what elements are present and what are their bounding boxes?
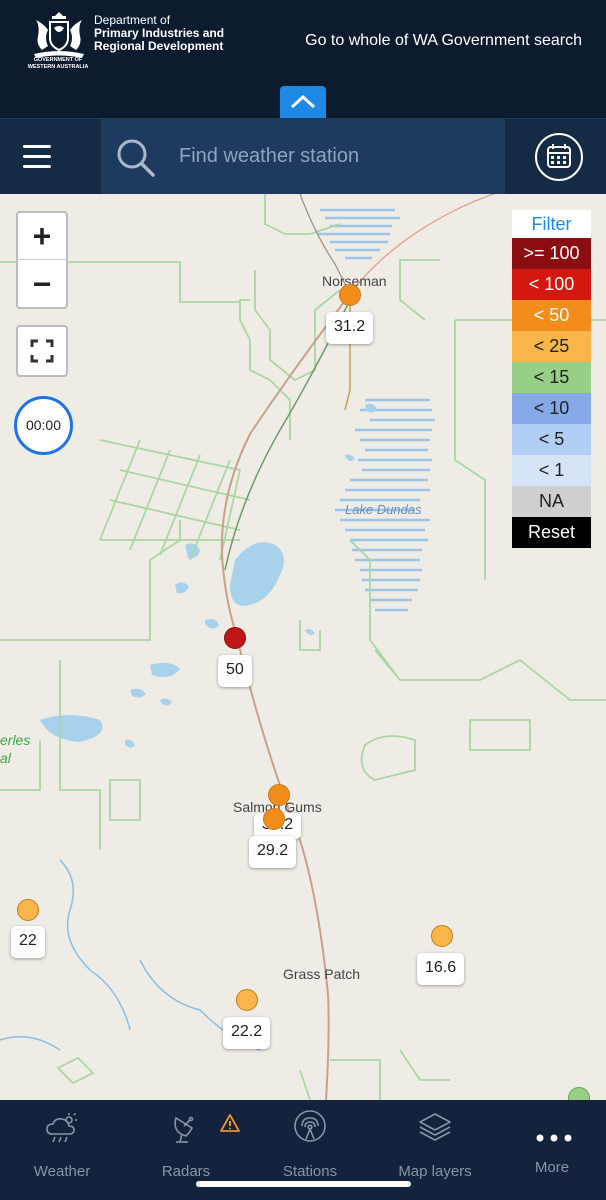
nav-more[interactable]: More [512,1100,592,1200]
place-label-lake-dundas: Lake Dundas [345,502,422,517]
menu-button[interactable] [20,141,56,171]
chevron-up-icon [290,94,316,109]
station-marker[interactable] [17,899,39,921]
station-value-label[interactable]: 31.2 [326,312,374,344]
nav-more-label: More [534,1159,570,1176]
home-indicator [196,1181,411,1187]
nav-radars-label: Radars [161,1163,211,1180]
place-label-reserve-2: al [0,750,11,766]
search-placeholder: Find weather station [179,145,360,167]
wa-government-search-link[interactable]: Go to whole of WA Government search [305,32,582,50]
warning-icon [220,1114,240,1132]
station-marker[interactable] [268,784,290,806]
department-name[interactable]: Department of Primary Industries and Reg… [94,14,224,53]
collapse-header-button[interactable] [280,86,326,118]
nav-map-layers-label: Map layers [398,1163,472,1180]
filter-item-lt-50[interactable]: < 50 [512,300,591,331]
filter-item-lt-10[interactable]: < 10 [512,393,591,424]
zoom-out-button[interactable]: − [18,261,66,308]
rainfall-filter-legend: Filter >= 100 < 100 < 50 < 25 < 15 < 10 … [512,210,591,548]
radar-dish-icon [174,1116,194,1143]
station-search-input[interactable]: Find weather station [101,119,505,195]
station-marker[interactable] [224,627,246,649]
station-value-label[interactable]: 29.2 [249,836,297,868]
place-label-reserve-1: erles [0,732,31,748]
filter-item-lt-5[interactable]: < 5 [512,424,591,455]
hamburger-menu-icon [23,145,51,148]
timer-button[interactable]: 00:00 [14,396,73,455]
filter-item-lt-25[interactable]: < 25 [512,331,591,362]
filter-item-lt-1[interactable]: < 1 [512,455,591,486]
station-value-label[interactable]: 22 [11,926,45,958]
zoom-in-button[interactable]: + [18,213,66,260]
station-marker[interactable] [263,808,285,830]
filter-title[interactable]: Filter [512,210,591,238]
salt-lake-hatching [318,208,435,612]
station-value-label[interactable]: 50 [218,655,252,687]
station-marker[interactable] [339,284,361,306]
search-icon [117,139,155,177]
zoom-control: + − [16,211,68,309]
filter-item-lt-100[interactable]: < 100 [512,269,591,300]
nav-weather-label: Weather [33,1163,91,1180]
lakes [40,403,377,748]
app-toolbar: Find weather station [0,118,606,195]
filter-item-ge-100[interactable]: >= 100 [512,238,591,269]
crest-caption: GOVERNMENT OF WESTERN AUSTRALIA [27,57,89,70]
calendar-button[interactable] [535,133,583,181]
nav-weather[interactable]: Weather [22,1100,102,1200]
government-header: GOVERNMENT OF WESTERN AUSTRALIA Departme… [0,0,606,118]
weather-cloud-rain-icon [46,1112,77,1143]
filter-reset-button[interactable]: Reset [512,517,591,548]
layers-icon [419,1113,451,1141]
weather-map[interactable]: Norseman Lake Dundas Salmon Gums Grass P… [0,194,606,1100]
station-value-label[interactable]: 16.6 [417,953,465,985]
place-label-grass-patch: Grass Patch [283,966,361,982]
station-marker[interactable] [431,925,453,947]
calendar-icon [547,144,571,168]
fullscreen-button[interactable] [16,325,68,377]
station-broadcast-icon [294,1110,326,1142]
station-value-label[interactable]: 22.2 [223,1017,271,1049]
filter-item-na[interactable]: NA [512,486,591,517]
nav-stations-label: Stations [282,1163,338,1180]
filter-item-lt-15[interactable]: < 15 [512,362,591,393]
fullscreen-icon [30,339,54,363]
station-marker[interactable] [236,989,258,1011]
